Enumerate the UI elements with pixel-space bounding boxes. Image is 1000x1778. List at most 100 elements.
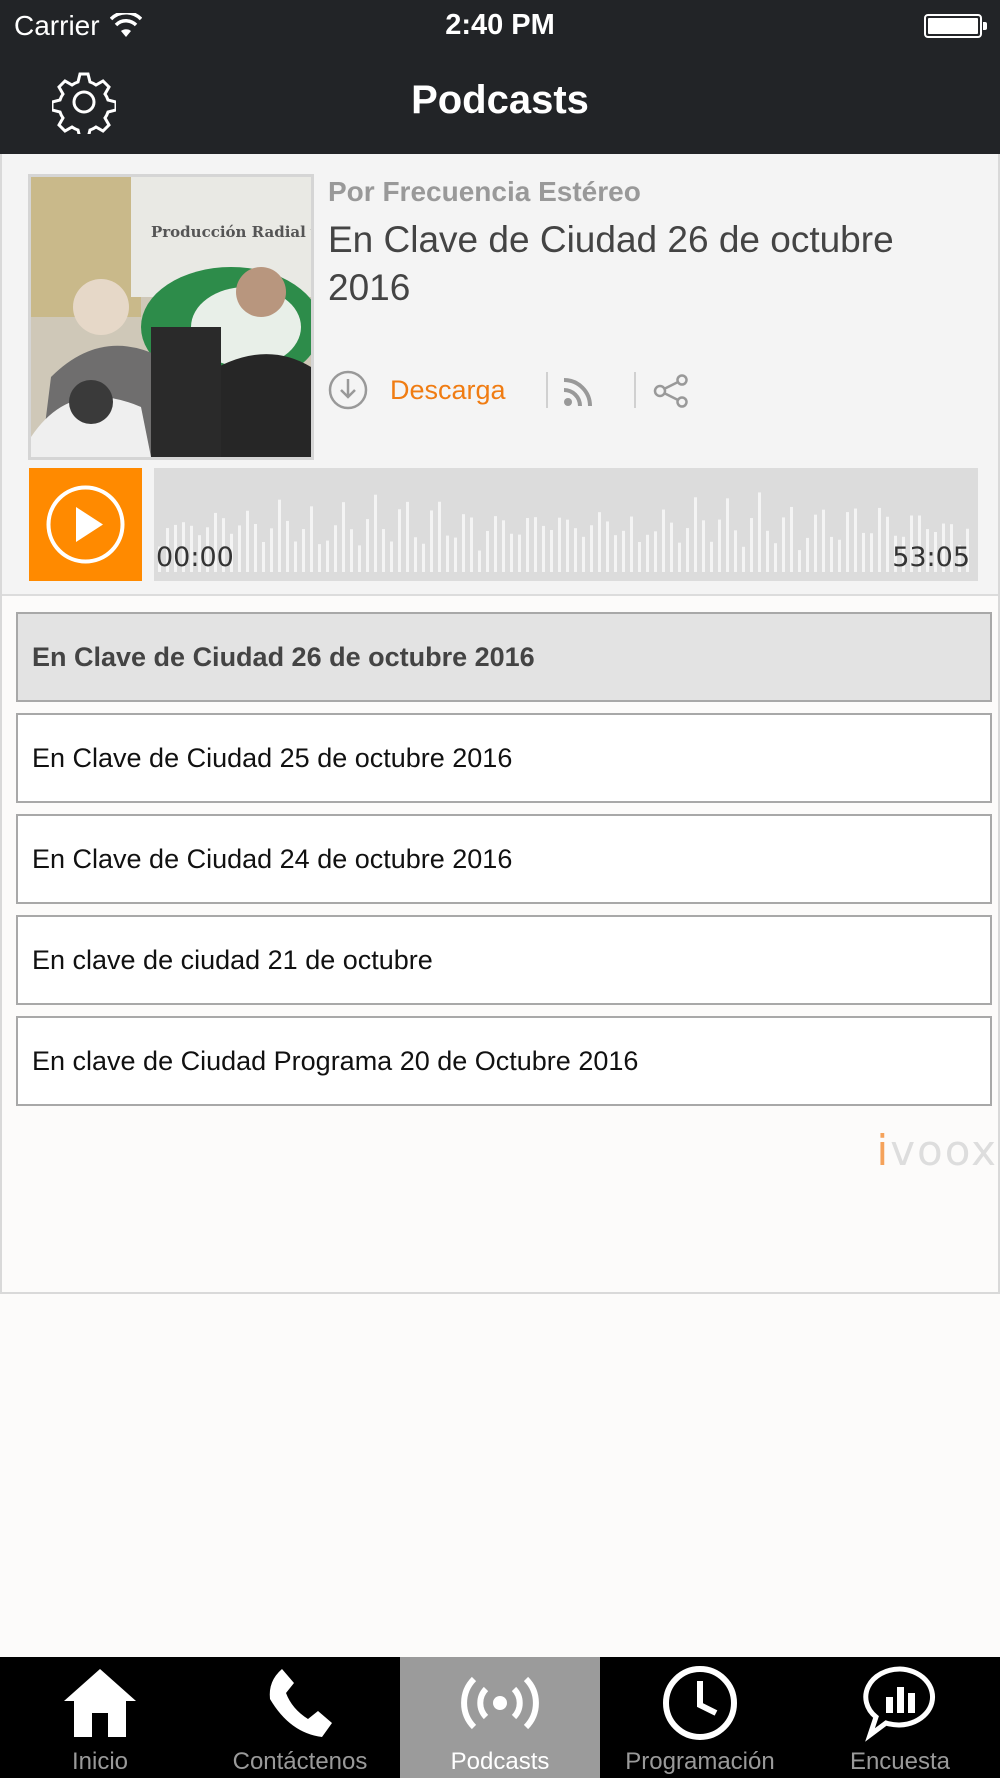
clock: 2:40 PM [445, 9, 555, 41]
waveform-bar [270, 528, 273, 572]
tab-label: Encuesta [849, 1748, 951, 1775]
waveform-bar [486, 530, 489, 572]
waveform-bar [246, 510, 249, 572]
waveform-bar [278, 499, 281, 572]
waveform-bar [598, 512, 601, 572]
episode-list-title: En Clave de Ciudad 24 de octubre 2016 [32, 843, 513, 874]
home-icon [64, 1669, 136, 1737]
waveform-bar [854, 508, 857, 572]
waveform-bar [710, 541, 713, 572]
waveform-bar [646, 534, 649, 572]
waveform-bar [782, 517, 785, 572]
list-item[interactable]: En clave de Ciudad Programa 20 de Octubr… [16, 1016, 992, 1106]
waveform-bar [614, 535, 617, 572]
episode-list-title: En clave de ciudad 21 de octubre [32, 944, 433, 975]
waveform-bar [462, 514, 465, 572]
waveform-bar [534, 517, 537, 572]
current-time: 00:00 [156, 542, 234, 573]
waveform-bar [678, 542, 681, 572]
waveform-bar [726, 498, 729, 572]
podcast-author: Por Frecuencia Estéreo [328, 176, 641, 207]
list-item[interactable]: En Clave de Ciudad 24 de octubre 2016 [16, 814, 992, 904]
tab-podcasts[interactable]: Podcasts [400, 1657, 600, 1778]
svg-text:Producción Radial y: Producción Radial y [151, 223, 311, 241]
waveform-bar [470, 517, 473, 572]
waveform-bar [310, 506, 313, 572]
list-item[interactable]: En Clave de Ciudad 25 de octubre 2016 [16, 713, 992, 803]
download-button[interactable]: Descarga [390, 375, 506, 406]
waveform-bar [318, 544, 321, 572]
waveform-bar [774, 543, 777, 572]
waveform-bar [326, 540, 329, 572]
waveform-bar [822, 509, 825, 572]
waveform-bar [510, 533, 513, 572]
waveform-bar [878, 507, 881, 572]
waveform-bar [606, 521, 609, 572]
waveform-bar [358, 545, 361, 572]
episode-list-title: En Clave de Ciudad 26 de octubre 2016 [32, 641, 535, 672]
waveform-bar [350, 529, 353, 572]
waveform-bar [550, 530, 553, 572]
waveform-bar [742, 546, 745, 572]
divider [634, 372, 636, 408]
waveform-bar [422, 543, 425, 572]
waveform-bar [686, 528, 689, 572]
waveform-bar [870, 533, 873, 572]
list-item[interactable]: En clave de ciudad 21 de octubre [16, 915, 992, 1005]
broadcast-icon [461, 1676, 539, 1730]
waveform-bar [438, 501, 441, 572]
tab-contactenos[interactable]: Contáctenos [200, 1657, 400, 1778]
download-icon[interactable] [328, 370, 368, 410]
waveform-graphic [158, 492, 969, 572]
page-title: Podcasts [411, 78, 589, 122]
episode-title: En Clave de Ciudad 26 de octubre 2016 [328, 219, 894, 308]
episode-actions: Descarga [328, 364, 748, 414]
tab-label: Programación [625, 1748, 775, 1775]
total-duration: 53:05 [892, 542, 970, 573]
waveform-bar [414, 537, 417, 572]
audio-waveform-seekbar[interactable]: 00:00 53:05 [154, 468, 978, 581]
divider [546, 372, 548, 408]
tab-label: Inicio [71, 1748, 129, 1775]
waveform-bar [638, 542, 641, 572]
waveform-bar [374, 494, 377, 572]
waveform-bar [750, 518, 753, 572]
navigation-bar: Podcasts [0, 52, 1000, 154]
episode-list-title: En Clave de Ciudad 25 de octubre 2016 [32, 742, 513, 773]
waveform-bar [238, 525, 241, 572]
tab-bar: Inicio Contáctenos Podcasts Programación [0, 1657, 1000, 1778]
waveform-bar [542, 525, 545, 572]
play-button[interactable] [29, 468, 142, 581]
waveform-bar [494, 516, 497, 572]
phone-icon [269, 1669, 332, 1737]
waveform-bar [806, 537, 809, 572]
ivoox-logo[interactable]: ivoox [877, 1126, 998, 1175]
waveform-bar [838, 539, 841, 572]
tab-encuesta[interactable]: Encuesta [800, 1657, 1000, 1778]
waveform-bar [830, 536, 833, 572]
waveform-bar [702, 520, 705, 572]
waveform-bar [558, 517, 561, 572]
waveform-bar [758, 492, 761, 572]
cover-photo: Producción Radial y [31, 177, 311, 457]
waveform-bar [862, 532, 865, 572]
waveform-bar [846, 512, 849, 572]
waveform-bar [654, 531, 657, 572]
share-icon[interactable] [652, 374, 690, 408]
waveform-bar [766, 530, 769, 572]
waveform-bar [518, 534, 521, 572]
waveform-bar [286, 520, 289, 572]
waveform-bar [798, 550, 801, 572]
waveform-bar [446, 535, 449, 572]
waveform-bar [390, 541, 393, 572]
waveform-bar [582, 536, 585, 572]
tab-inicio[interactable]: Inicio [0, 1657, 200, 1778]
waveform-bar [670, 522, 673, 572]
list-item[interactable]: En Clave de Ciudad 26 de octubre 2016 [16, 612, 992, 702]
waveform-bar [398, 509, 401, 572]
clock-icon [663, 1666, 737, 1740]
tab-label: Contáctenos [232, 1748, 368, 1775]
rss-icon[interactable] [562, 376, 594, 408]
play-icon [46, 485, 125, 564]
tab-programacion[interactable]: Programación [600, 1657, 800, 1778]
